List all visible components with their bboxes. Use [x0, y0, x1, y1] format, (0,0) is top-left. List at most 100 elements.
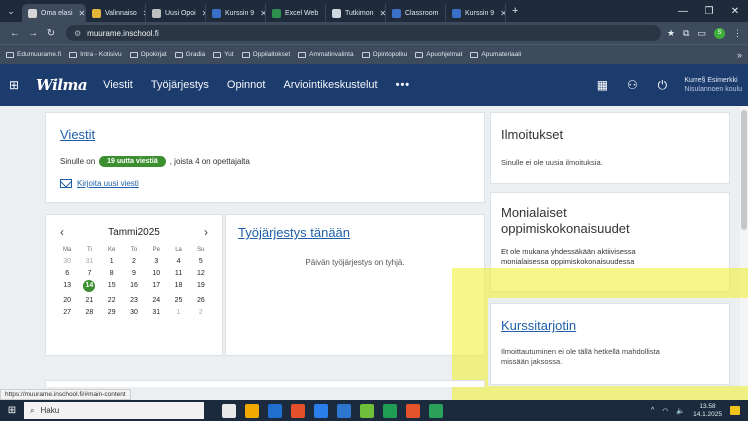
- notification-icon[interactable]: [730, 406, 740, 415]
- bookmark-item[interactable]: Ammatinvalinta: [298, 51, 354, 58]
- write-new-message-link[interactable]: Kirjoita uusi viesti: [60, 179, 470, 188]
- bookmark-item[interactable]: Opokirjat: [129, 51, 167, 58]
- calendar-day[interactable]: 27: [56, 309, 78, 316]
- taskbar-app-icon[interactable]: [222, 403, 236, 418]
- extensions-icon[interactable]: ⧉: [683, 28, 689, 39]
- calendar-day[interactable]: 20: [56, 297, 78, 304]
- calendar-prev-month-icon[interactable]: ‹: [60, 225, 64, 239]
- url-field[interactable]: ⚙ muurame.inschool.fi: [66, 25, 661, 41]
- qr-code-icon[interactable]: ▦: [594, 78, 610, 92]
- taskbar-app-icon[interactable]: [245, 403, 259, 418]
- calendar-next-month-icon[interactable]: ›: [204, 225, 208, 239]
- bookmark-item[interactable]: Gradia: [174, 51, 205, 58]
- bookmark-item[interactable]: Apuohjelmat: [415, 51, 462, 58]
- app-grid-icon[interactable]: ⊞: [0, 78, 28, 92]
- taskbar-app-icon[interactable]: [314, 403, 328, 418]
- taskbar-app-icon[interactable]: [406, 403, 420, 418]
- maximize-icon[interactable]: ❐: [696, 6, 722, 17]
- browser-tab[interactable]: Tutkimon ✕: [326, 4, 386, 22]
- calendar-day[interactable]: 1: [167, 309, 189, 316]
- network-icon[interactable]: ◠: [662, 407, 668, 415]
- browser-tab[interactable]: Uusi Opoi✕: [146, 4, 206, 22]
- calendar-day[interactable]: 29: [101, 309, 123, 316]
- calendar-today[interactable]: 14: [83, 280, 96, 292]
- bookmark-item[interactable]: Apumateriaali: [470, 51, 521, 58]
- tab-search-icon[interactable]: ⌄: [0, 0, 22, 22]
- bookmark-item[interactable]: Edumuurame.fi: [6, 51, 61, 58]
- calendar-day[interactable]: 30: [56, 258, 78, 265]
- calendar-day[interactable]: 10: [145, 270, 167, 277]
- bookmark-star-icon[interactable]: ★: [667, 28, 675, 39]
- new-tab-button[interactable]: +: [506, 5, 524, 17]
- wilma-logo[interactable]: Wilma: [36, 76, 88, 94]
- calendar-day[interactable]: 18: [167, 282, 189, 292]
- calendar-day[interactable]: 25: [167, 297, 189, 304]
- calendar-day[interactable]: 28: [78, 309, 100, 316]
- calendar-day[interactable]: 17: [145, 282, 167, 292]
- browser-tab[interactable]: Kurssin 9✕: [206, 4, 266, 22]
- browser-tab[interactable]: Excel Web✕: [266, 4, 326, 22]
- new-messages-badge[interactable]: 19 uutta viestiä: [99, 156, 166, 167]
- bookmark-item[interactable]: Intra - Kotisivu: [69, 51, 122, 58]
- site-info-icon[interactable]: ⚙: [74, 29, 81, 38]
- minimize-icon[interactable]: —: [670, 6, 696, 17]
- logout-power-icon[interactable]: ⏻: [654, 78, 670, 93]
- taskbar-app-icon[interactable]: [291, 403, 305, 418]
- calendar-day[interactable]: 22: [101, 297, 123, 304]
- scrollbar-thumb[interactable]: [741, 110, 747, 230]
- calendar-day[interactable]: 11: [167, 270, 189, 277]
- back-icon[interactable]: ←: [6, 28, 24, 39]
- calendar-day[interactable]: 23: [123, 297, 145, 304]
- reload-icon[interactable]: ↻: [42, 28, 60, 39]
- bookmarks-more-button[interactable]: »: [737, 50, 742, 60]
- page-scrollbar[interactable]: [740, 106, 748, 387]
- user-info[interactable]: Kurre§ Esimerkki Nisulannoen koulu: [684, 76, 742, 94]
- users-switch-icon[interactable]: ⚇: [624, 78, 640, 92]
- volume-icon[interactable]: 🔈: [676, 407, 685, 415]
- taskbar-app-icon[interactable]: [268, 403, 282, 418]
- menu-item[interactable]: Opinnot: [227, 79, 266, 91]
- calendar-day[interactable]: 3: [145, 258, 167, 265]
- calendar-day[interactable]: 5: [190, 258, 212, 265]
- calendar-day[interactable]: 7: [78, 270, 100, 277]
- bookmark-item[interactable]: Opintopolku: [361, 51, 407, 58]
- messages-title-link[interactable]: Viestit: [60, 127, 470, 142]
- calendar-day[interactable]: 6: [56, 270, 78, 277]
- menu-item[interactable]: Viestit: [103, 79, 133, 91]
- calendar-day[interactable]: 24: [145, 297, 167, 304]
- tab-close-icon[interactable]: ✕: [79, 9, 85, 18]
- bookmark-item[interactable]: Oppilaitokset: [241, 51, 290, 58]
- calendar-day[interactable]: 15: [101, 282, 123, 292]
- schedule-title-link[interactable]: Työjärjestys tänään: [238, 225, 472, 240]
- calendar-day[interactable]: 31: [145, 309, 167, 316]
- forward-icon[interactable]: →: [24, 28, 42, 39]
- calendar-day[interactable]: 19: [190, 282, 212, 292]
- tray-chevron-icon[interactable]: ^: [651, 407, 654, 414]
- browser-tab[interactable]: Kurssin 9✕: [446, 4, 506, 22]
- taskbar-app-icon[interactable]: [429, 403, 443, 418]
- calendar-day[interactable]: 16: [123, 282, 145, 292]
- browser-menu-icon[interactable]: ⋮: [733, 28, 742, 39]
- browser-tab[interactable]: Valinnaiso✕: [86, 4, 146, 22]
- browser-tab[interactable]: Oma elasi ✕: [22, 4, 86, 22]
- taskbar-search-box[interactable]: ⌕ Haku: [24, 402, 204, 419]
- course-tray-title-link[interactable]: Kurssitarjotin: [501, 318, 719, 333]
- windows-start-icon[interactable]: ⊞: [0, 405, 24, 416]
- calendar-day[interactable]: 1: [101, 258, 123, 265]
- calendar-day[interactable]: 8: [101, 270, 123, 277]
- taskbar-app-icon[interactable]: [337, 403, 351, 418]
- calendar-day[interactable]: 2: [123, 258, 145, 265]
- close-icon[interactable]: ✕: [722, 6, 748, 17]
- calendar-day[interactable]: 21: [78, 297, 100, 304]
- calendar-day[interactable]: 26: [190, 297, 212, 304]
- split-view-icon[interactable]: ▭: [697, 28, 706, 39]
- calendar-day[interactable]: 9: [123, 270, 145, 277]
- profile-avatar[interactable]: S: [714, 27, 725, 39]
- calendar-day[interactable]: 30: [123, 309, 145, 316]
- menu-more-button[interactable]: •••: [396, 79, 411, 91]
- calendar-day[interactable]: 4: [167, 258, 189, 265]
- browser-tab[interactable]: Classroom✕: [386, 4, 446, 22]
- bookmark-item[interactable]: Yut: [213, 51, 234, 58]
- taskbar-app-icon[interactable]: [360, 403, 374, 418]
- calendar-day[interactable]: 31: [78, 258, 100, 265]
